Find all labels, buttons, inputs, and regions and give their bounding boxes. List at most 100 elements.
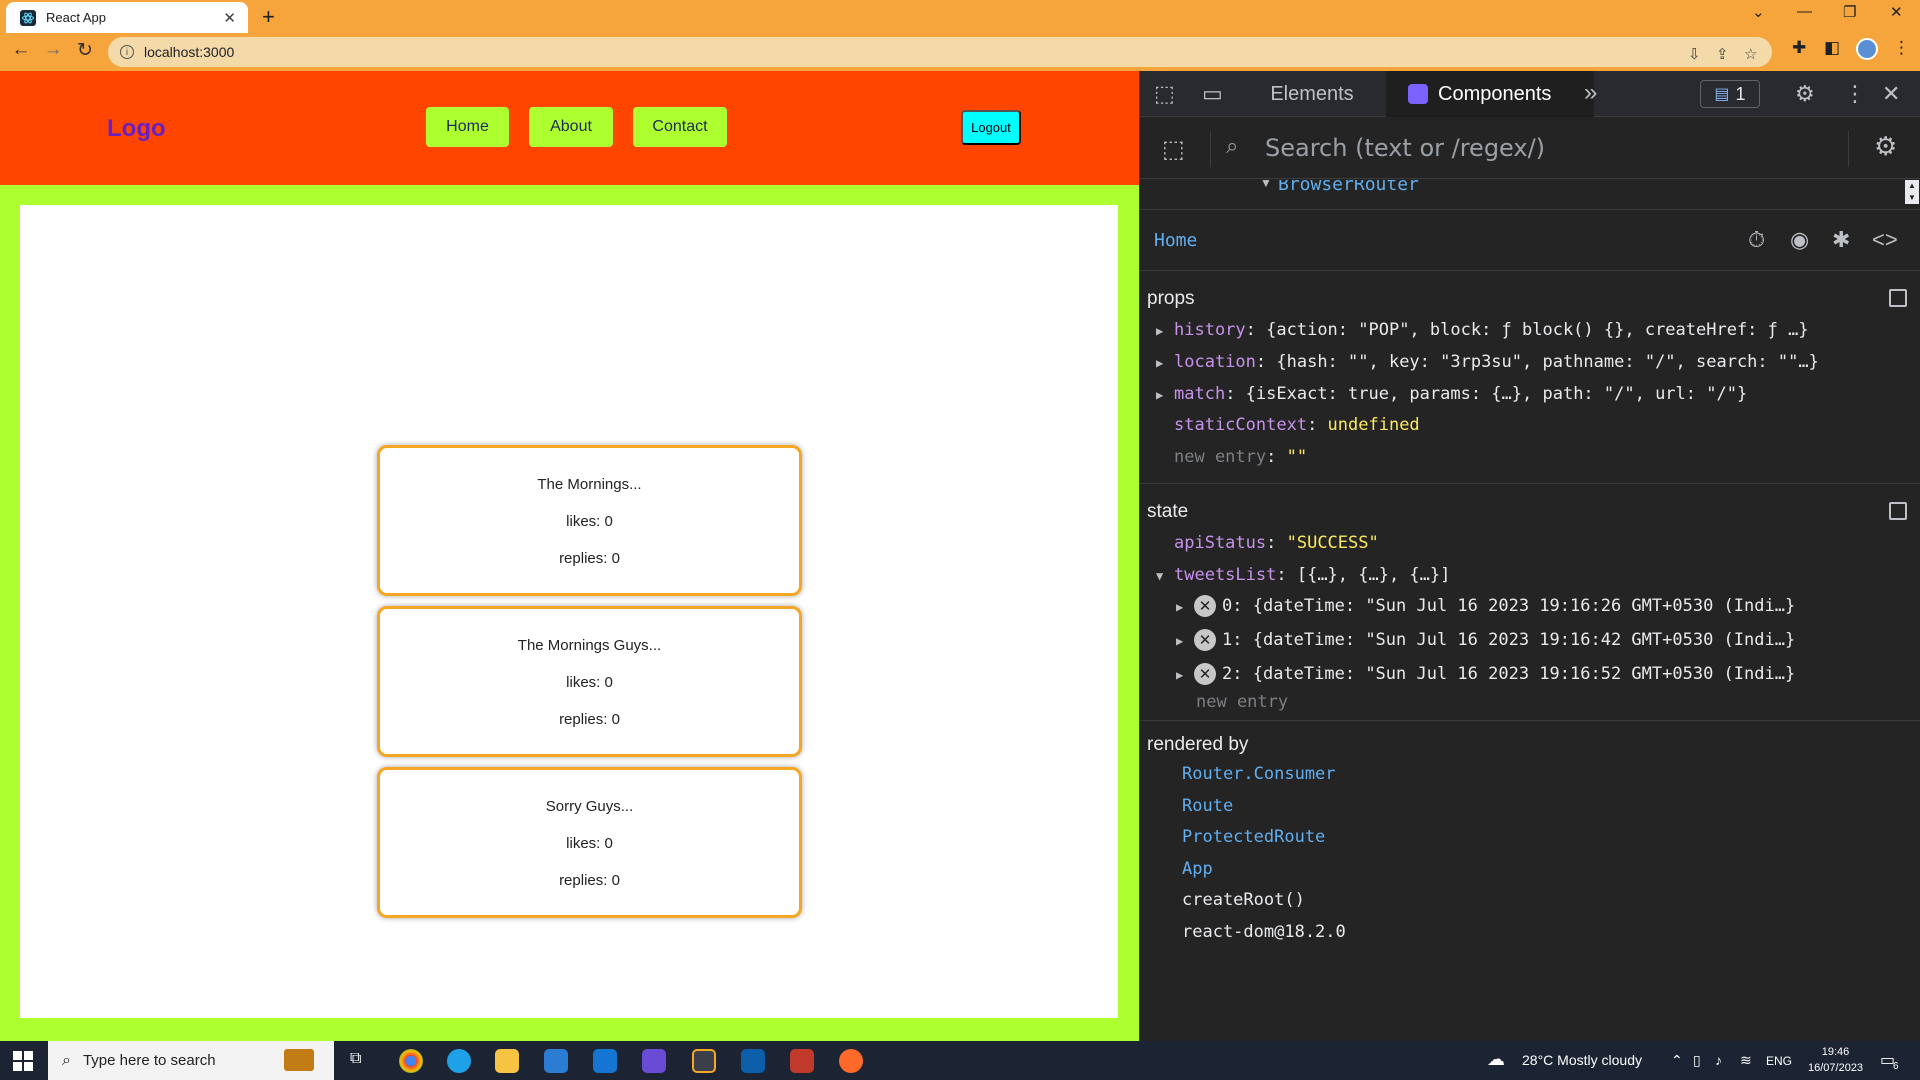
rendered-by-link[interactable]: Router.Consumer <box>1182 764 1336 784</box>
tree-node-browserrouter[interactable]: BrowserRouter <box>1278 180 1419 195</box>
state-array-item[interactable]: ▶ ✕ 0: {dateTime: "Sun Jul 16 2023 19:16:2… <box>1176 595 1795 617</box>
rendered-by-link[interactable]: App <box>1182 859 1213 879</box>
expand-arrow-icon[interactable]: ▶ <box>1156 388 1174 402</box>
tree-expand-arrow-icon[interactable]: ▼ <box>1260 180 1272 190</box>
language-indicator[interactable]: ENG <box>1766 1054 1792 1068</box>
speaker-icon[interactable]: ♪ <box>1715 1052 1722 1068</box>
tab-search-chevron-icon[interactable]: ⌄ <box>1752 3 1765 21</box>
nav-about-link[interactable]: About <box>529 107 613 147</box>
install-app-icon[interactable]: ⇩ <box>1688 45 1701 63</box>
battery-icon[interactable]: ▯ <box>1693 1052 1701 1069</box>
file-explorer-icon[interactable] <box>495 1049 519 1073</box>
prop-row[interactable]: ▶ match: {isExact: true, params: {…}, pat… <box>1156 384 1747 404</box>
webstorm-icon[interactable] <box>741 1049 765 1073</box>
tweet-text: The Mornings Guys... <box>517 637 662 654</box>
browser-tab[interactable]: React App ✕ <box>6 2 248 33</box>
address-url[interactable]: localhost:3000 <box>144 44 234 60</box>
taskbar-search-placeholder[interactable]: Type here to search <box>83 1052 216 1069</box>
issues-counter-button[interactable]: ▤ 1 <box>1700 80 1760 108</box>
prop-new-entry[interactable]: new entry: "" <box>1174 447 1307 467</box>
forward-arrow-icon[interactable]: → <box>38 39 68 61</box>
delete-item-icon[interactable]: ✕ <box>1194 629 1216 651</box>
state-array-item[interactable]: ▶ ✕ 1: {dateTime: "Sun Jul 16 2023 19:16:4… <box>1176 629 1795 651</box>
close-window-button[interactable]: ✕ <box>1890 3 1903 21</box>
taskbar-clock[interactable]: 19:46 16/07/2023 <box>1808 1044 1863 1076</box>
state-row-tweetslist[interactable]: ▼ tweetsList: [{…}, {…}, {…}] <box>1156 565 1450 585</box>
taskbar-search-box[interactable]: ⌕ Type here to search <box>48 1041 334 1080</box>
prop-row[interactable]: ▶ history: {action: "POP", block: ƒ block… <box>1156 320 1809 340</box>
browser-tab-bar: React App ✕ + ⌄ — ❐ ✕ <box>0 0 1920 33</box>
bookmark-star-icon[interactable]: ☆ <box>1744 45 1757 63</box>
edge-taskbar-icon[interactable] <box>447 1049 471 1073</box>
copy-state-icon[interactable] <box>1889 502 1907 520</box>
maximize-button[interactable]: ❐ <box>1843 3 1856 21</box>
postman-icon[interactable] <box>839 1049 863 1073</box>
expand-arrow-icon[interactable]: ▶ <box>1156 324 1174 338</box>
reload-icon[interactable]: ↻ <box>70 39 100 62</box>
share-icon[interactable]: ⇪ <box>1716 45 1729 63</box>
tree-scrollbar[interactable]: ▲ ▼ <box>1905 180 1919 204</box>
component-settings-icon[interactable]: ⚙ <box>1874 131 1897 162</box>
search-icon: ⌕ <box>1226 133 1239 158</box>
address-bar[interactable]: i localhost:3000 ⇩ ⇪ ☆ <box>108 37 1772 67</box>
tweet-card: Sorry Guys... likes: 0 replies: 0 <box>377 767 802 918</box>
state-row-apistatus[interactable]: apiStatus: "SUCCESS" <box>1174 533 1379 553</box>
browser-toolbar: ← → ↻ i localhost:3000 ⇩ ⇪ ☆ ✚ ◧ ⋮ <box>0 33 1920 71</box>
rendered-by-link[interactable]: ProtectedRoute <box>1182 827 1325 847</box>
expand-arrow-icon[interactable]: ▶ <box>1176 600 1194 614</box>
weather-cloud-icon[interactable]: ☁ <box>1487 1049 1505 1070</box>
tab-components[interactable]: Components <box>1386 71 1594 117</box>
select-component-icon[interactable]: ⬚ <box>1162 135 1185 164</box>
devtools-settings-icon[interactable]: ⚙ <box>1795 81 1815 107</box>
wifi-icon[interactable]: ≋ <box>1740 1052 1752 1069</box>
stopwatch-icon[interactable]: ⏱ <box>1748 227 1765 253</box>
tab-elements[interactable]: Elements <box>1258 71 1366 117</box>
chrome-taskbar-icon[interactable] <box>399 1049 423 1073</box>
side-panel-icon[interactable]: ◧ <box>1824 38 1840 58</box>
app-icon[interactable] <box>790 1049 814 1073</box>
extensions-puzzle-icon[interactable]: ✚ <box>1792 38 1806 58</box>
prop-row[interactable]: staticContext: undefined <box>1174 415 1420 435</box>
inspect-element-icon[interactable]: ⬚ <box>1154 81 1175 107</box>
bug-icon[interactable]: ✱ <box>1832 227 1850 253</box>
nav-home-link[interactable]: Home <box>426 107 509 147</box>
eye-icon[interactable]: ◉ <box>1790 227 1809 253</box>
devtools-close-icon[interactable]: ✕ <box>1882 81 1900 107</box>
minimize-button[interactable]: — <box>1797 3 1812 20</box>
task-view-icon[interactable]: ⧉ <box>350 1050 361 1068</box>
tray-chevron-icon[interactable]: ⌃ <box>1671 1052 1683 1069</box>
delete-item-icon[interactable]: ✕ <box>1194 663 1216 685</box>
copy-props-icon[interactable] <box>1889 289 1907 307</box>
device-toolbar-icon[interactable]: ▭ <box>1202 81 1223 107</box>
collapse-arrow-icon[interactable]: ▼ <box>1156 569 1174 583</box>
rendered-by-link[interactable]: Route <box>1182 796 1233 816</box>
devtools-more-icon[interactable]: ⋮ <box>1844 81 1866 107</box>
delete-item-icon[interactable]: ✕ <box>1194 595 1216 617</box>
expand-arrow-icon[interactable]: ▶ <box>1176 634 1194 648</box>
logout-button[interactable]: Logout <box>961 110 1021 145</box>
profile-avatar[interactable] <box>1856 38 1878 60</box>
state-new-entry[interactable]: new entry <box>1196 692 1288 712</box>
tweet-replies: replies: 0 <box>559 711 620 728</box>
back-arrow-icon[interactable]: ← <box>6 39 36 61</box>
site-info-icon[interactable]: i <box>120 45 134 59</box>
weather-text[interactable]: 28°C Mostly cloudy <box>1522 1052 1642 1068</box>
expand-arrow-icon[interactable]: ▶ <box>1156 356 1174 370</box>
chrome-active-window-icon[interactable] <box>692 1049 716 1073</box>
site-logo[interactable]: Logo <box>107 115 166 143</box>
media-player-icon[interactable] <box>642 1049 666 1073</box>
divider <box>1848 131 1849 167</box>
nav-contact-link[interactable]: Contact <box>633 107 727 147</box>
new-tab-button[interactable]: + <box>262 4 275 30</box>
prop-row[interactable]: ▶ location: {hash: "", key: "3rp3su", pat… <box>1156 352 1819 372</box>
component-search-input[interactable] <box>1265 131 1745 165</box>
expand-arrow-icon[interactable]: ▶ <box>1176 668 1194 682</box>
windows-start-icon[interactable] <box>13 1051 33 1071</box>
browser-menu-icon[interactable]: ⋮ <box>1893 38 1910 58</box>
more-tabs-chevron-icon[interactable]: » <box>1584 79 1597 107</box>
store-icon[interactable] <box>544 1049 568 1073</box>
view-source-icon[interactable]: <> <box>1872 227 1898 253</box>
mail-icon[interactable] <box>593 1049 617 1073</box>
state-array-item[interactable]: ▶ ✕ 2: {dateTime: "Sun Jul 16 2023 19:16:5… <box>1176 663 1795 685</box>
tab-close-icon[interactable]: ✕ <box>223 9 236 27</box>
